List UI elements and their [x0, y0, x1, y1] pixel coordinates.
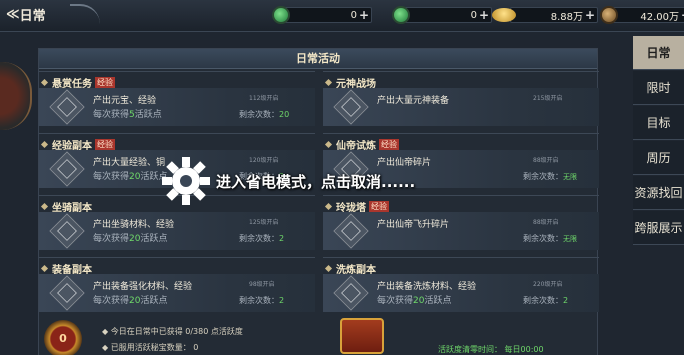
resource-value-box: 42.00万 + [612, 7, 684, 23]
diamond-icon [40, 140, 49, 149]
resource-value: 0 [470, 9, 477, 21]
unlock-level: 88级开启 [533, 157, 559, 164]
exp-tag: 经验 [95, 77, 115, 88]
exp-tag: 经验 [95, 139, 115, 150]
resource-value: 8.88万 [550, 11, 583, 23]
activity-points: 每次获得20活跃点 [93, 172, 168, 182]
activity-card-refine-dungeon[interactable]: 洗炼副本 产出装备洗炼材料、经验 每次获得20活跃点 220级开启 剩余次数：2 [323, 257, 599, 312]
resource-value-box: 0 + [404, 7, 492, 23]
unlock-level: 125级开启 [249, 219, 279, 226]
refine-dungeon-emblem-icon [333, 275, 369, 311]
activity-points: 每次获得5活跃点 [93, 110, 162, 120]
unlock-level: 220级开启 [533, 281, 563, 288]
activity-medal-icon[interactable]: 0 [44, 320, 82, 355]
resource-jade-1: 0 + [272, 6, 372, 24]
jade-icon [392, 6, 410, 24]
remaining-count: 剩余次数：2 [239, 234, 285, 243]
resource-value: 42.00万 [640, 11, 679, 23]
activity-card-equipment-dungeon[interactable]: 装备副本 产出装备强化材料、经验 每次获得20活跃点 98级开启 剩余次数：2 [39, 257, 315, 312]
gear-icon [162, 157, 210, 205]
reset-time: 活跃度清零时间： 每日00:00 [438, 345, 544, 354]
activity-output: 产出坐骑材料、经验 [93, 220, 175, 230]
tab-limited[interactable]: 限时 [633, 71, 684, 105]
power-saving-message: 进入省电模式，点击取消...... [216, 173, 416, 191]
resource-value-box: 0 + [284, 7, 372, 23]
coin-icon [600, 6, 618, 24]
unlock-level: 112级开启 [249, 95, 279, 102]
diamond-icon [40, 78, 49, 87]
panel-title: 日常活动 [39, 49, 597, 69]
diamond-icon [324, 140, 333, 149]
remaining-count: 剩余次数：20 [239, 110, 290, 119]
activity-output: 产出大量经验、铜 [93, 158, 166, 168]
resource-gold-ingot: 8.88万 + [492, 6, 598, 24]
activity-summary: 0 ◆ 今日在日常中已获得 0/380 点活跃度 ◆ 已服用活跃秘宝数量： 0 … [40, 316, 598, 355]
diamond-icon [40, 264, 49, 273]
linglong-tower-emblem-icon [333, 213, 369, 249]
activity-output: 产出装备强化材料、经验 [93, 282, 193, 292]
today-activity-info: ◆ 今日在日常中已获得 0/380 点活跃度 [102, 327, 243, 336]
tab-cross-server[interactable]: 跨服展示 [633, 211, 684, 245]
remaining-count: 剩余次数：无限 [523, 172, 577, 181]
tab-goals[interactable]: 目标 [633, 106, 684, 140]
mount-dungeon-emblem-icon [49, 213, 85, 249]
add-resource-button[interactable]: + [585, 8, 595, 22]
activity-output: 产出元宝、经验 [93, 96, 157, 106]
side-ornament [0, 62, 32, 130]
activity-points: 每次获得20活跃点 [377, 296, 452, 306]
title-swirl-decoration [70, 4, 100, 24]
bounty-emblem-icon [49, 89, 85, 125]
equipment-dungeon-emblem-icon [49, 275, 85, 311]
secret-treasure-info: ◆ 已服用活跃秘宝数量： 0 [102, 343, 199, 352]
activity-card-bounty[interactable]: 悬赏任务 经验 产出元宝、经验 每次获得5活跃点 112级开启 剩余次数：20 [39, 71, 315, 126]
jade-icon [272, 6, 290, 24]
treasure-chest-icon[interactable] [340, 318, 384, 354]
power-saving-overlay[interactable]: 进入省电模式，点击取消...... [160, 155, 500, 205]
add-resource-button[interactable]: + [359, 8, 369, 22]
resource-value: 0 [350, 9, 357, 21]
unlock-level: 88级开启 [533, 219, 559, 226]
back-arrow-icon: ≪ [6, 6, 20, 22]
exp-dungeon-emblem-icon [49, 151, 85, 187]
diamond-icon [40, 202, 49, 211]
activity-output: 产出装备洗炼材料、经验 [377, 282, 477, 292]
unlock-level: 98级开启 [249, 281, 275, 288]
tab-daily[interactable]: 日常 [633, 36, 684, 70]
activity-output: 产出仙帝飞升碎片 [377, 220, 450, 230]
tab-resource-recovery[interactable]: 资源找回 [633, 176, 684, 210]
add-resource-button[interactable]: + [479, 8, 489, 22]
diamond-icon [324, 264, 333, 273]
remaining-count: 剩余次数：无限 [523, 234, 577, 243]
unlock-level: 215级开启 [533, 95, 563, 102]
activity-points: 每次获得20活跃点 [93, 234, 168, 244]
resource-coin: 42.00万 + [600, 6, 684, 24]
tab-weekly-calendar[interactable]: 周历 [633, 141, 684, 175]
resource-jade-2: 0 + [392, 6, 492, 24]
top-bar: ≪ 日常 0 + 0 + 8.88万 + 42.00万 + [0, 0, 684, 32]
activity-card-soul-battlefield[interactable]: 元神战场 产出大量元神装备 215级开启 [323, 71, 599, 126]
remaining-count: 剩余次数：2 [523, 296, 569, 305]
activity-output: 产出大量元神装备 [377, 96, 450, 106]
soul-battlefield-emblem-icon [333, 89, 369, 125]
resource-value-box: 8.88万 + [510, 7, 598, 23]
gold-ingot-icon [492, 8, 516, 22]
page-title: 日常 [19, 8, 46, 24]
diamond-icon [324, 78, 333, 87]
exp-tag: 经验 [379, 139, 399, 150]
remaining-count: 剩余次数：2 [239, 296, 285, 305]
activity-points: 每次获得20活跃点 [93, 296, 168, 306]
